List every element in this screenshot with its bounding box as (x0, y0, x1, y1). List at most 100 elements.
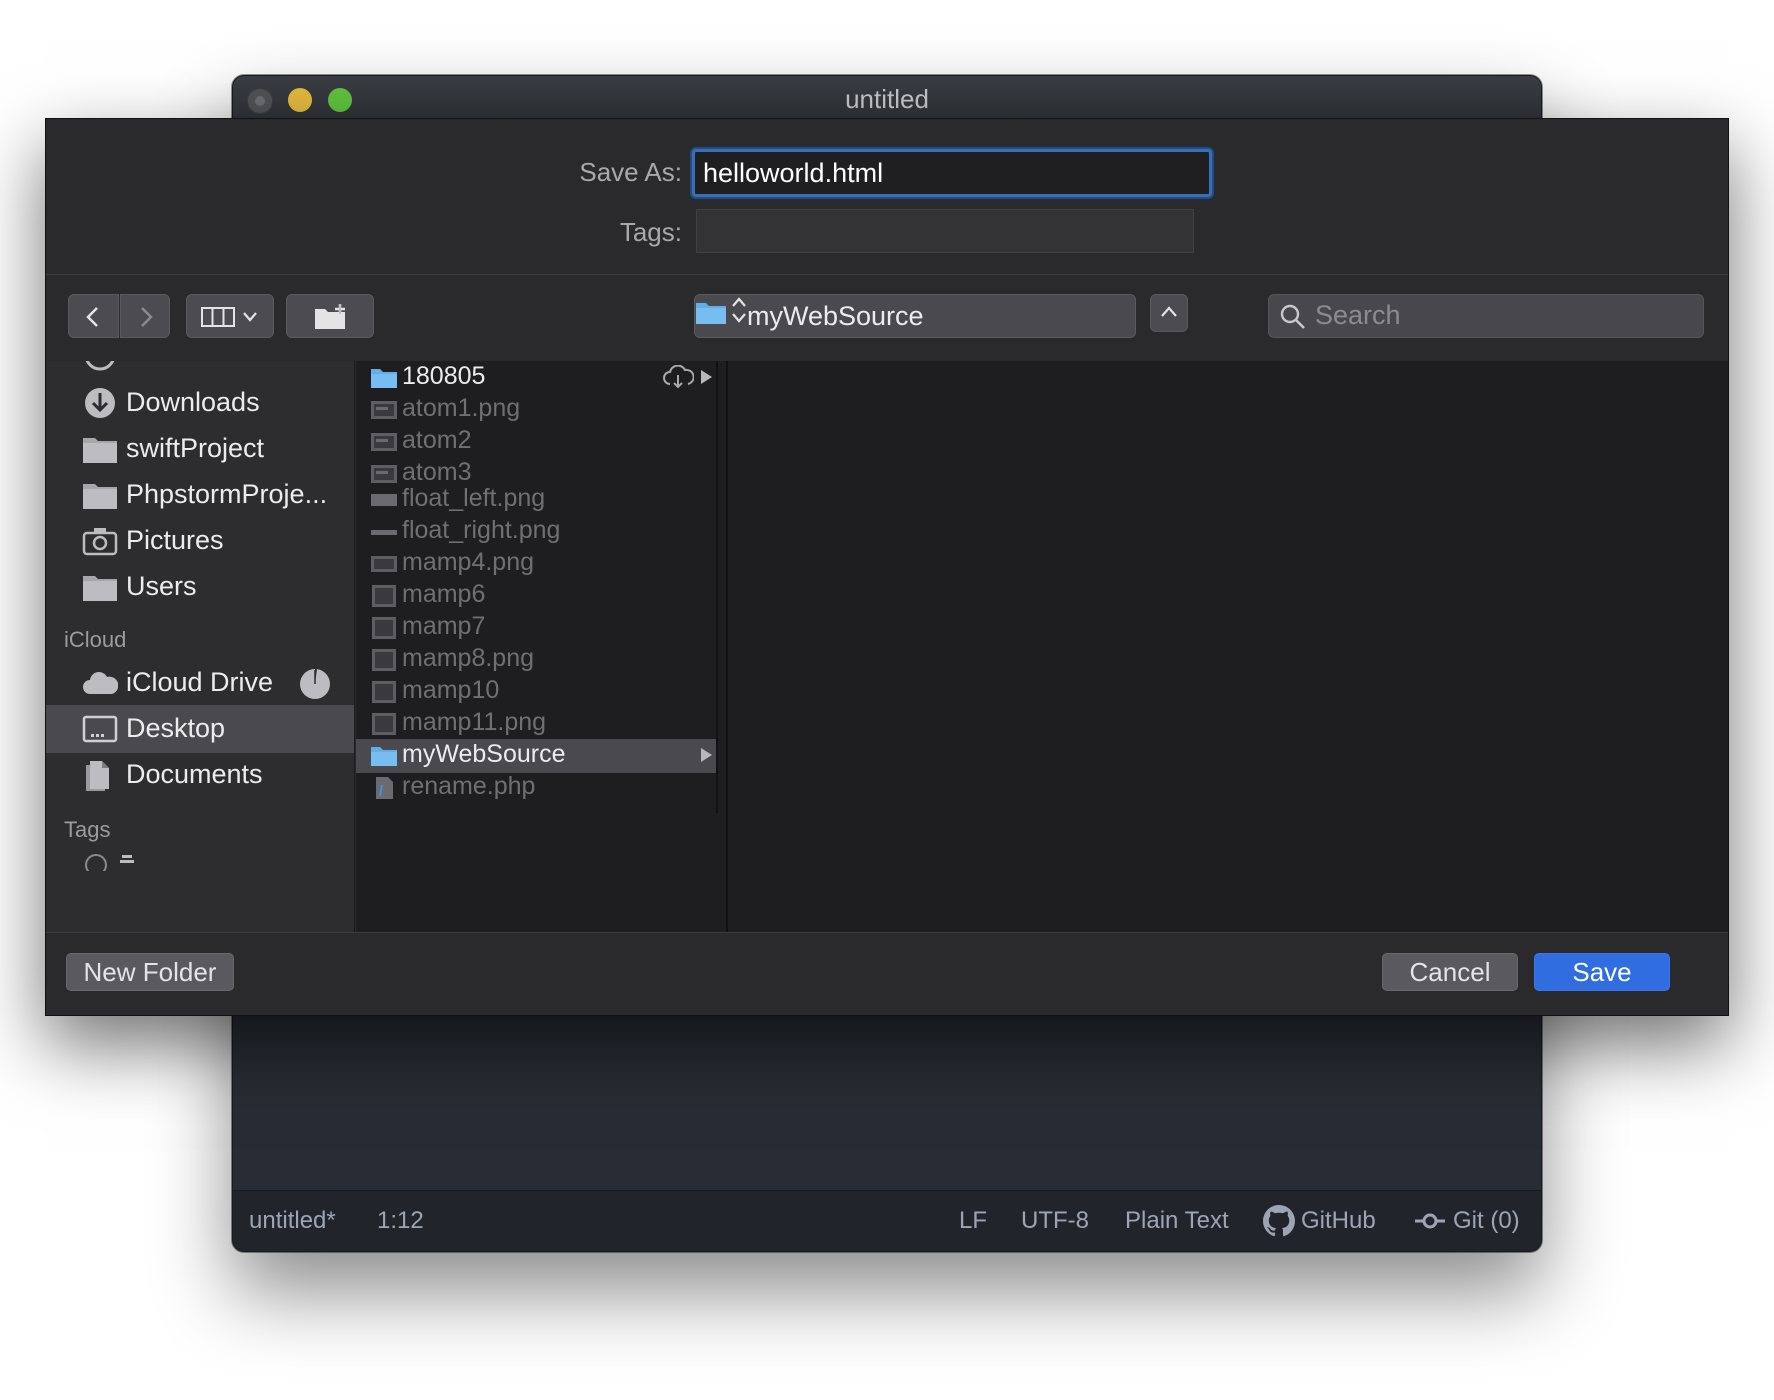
forward-button[interactable] (120, 294, 170, 338)
save-as-field[interactable] (692, 149, 1212, 197)
php-file-icon (376, 777, 393, 799)
file-row: mamp8.png (356, 643, 716, 677)
folder-icon (696, 303, 726, 324)
view-mode-button[interactable] (186, 294, 274, 338)
file-name: 180805 (402, 362, 486, 390)
status-grammar[interactable]: Plain Text (1125, 1207, 1229, 1235)
file-row: mamp6 (356, 579, 716, 613)
file-row: atom1.png (356, 393, 716, 427)
file-name: mamp6 (402, 580, 486, 608)
sidebar-item-label: swiftProject (126, 433, 265, 463)
file-row: mamp10 (356, 675, 716, 709)
search-field[interactable]: Search (1268, 294, 1704, 338)
image-file-icon (371, 465, 397, 483)
browser-column-1: 180805 atom1.png atom2 atom3 float_left.… (356, 361, 726, 932)
applications-icon (85, 361, 115, 371)
file-name: mamp10 (402, 676, 500, 704)
chevron-down-icon (243, 312, 257, 322)
file-name: mamp11.png (402, 708, 547, 736)
sidebar-item-swiftproject[interactable]: swiftProject (46, 425, 354, 473)
preview-column (1100, 361, 1728, 932)
sidebar-section-icloud: iCloud (64, 627, 127, 652)
file-row: mamp11.png (356, 707, 716, 741)
file-name: mamp4.png (402, 548, 535, 576)
file-name: atom1.png (402, 394, 521, 422)
status-github[interactable]: GitHub (1301, 1207, 1376, 1235)
sidebar-item-applications[interactable] (46, 361, 354, 379)
image-file-icon (372, 617, 396, 639)
folder-icon (371, 747, 397, 766)
storage-pie-icon (300, 668, 330, 699)
status-git[interactable]: Git (0) (1453, 1207, 1520, 1235)
file-row-selected[interactable]: myWebSource (356, 739, 716, 773)
back-button[interactable] (68, 294, 119, 338)
toolbar-divider (46, 274, 1728, 275)
folder-icon (371, 369, 397, 388)
sidebar-item-label: Pictures (126, 525, 224, 555)
new-folder-icon (315, 304, 345, 329)
folder-icon (83, 484, 117, 509)
file-name: mamp8.png (402, 644, 535, 672)
github-icon (1263, 1205, 1295, 1237)
location-popup[interactable]: myWebSource (694, 294, 1136, 338)
tags-field[interactable] (696, 209, 1194, 253)
sidebar-item-pictures[interactable]: Pictures (46, 517, 354, 565)
sidebar-item-label: Users (126, 571, 197, 601)
chevron-right-icon (141, 307, 153, 327)
search-placeholder: Search (1315, 300, 1401, 330)
cloud-download-icon (663, 365, 694, 389)
downloads-icon (85, 388, 115, 418)
sidebar-item-label: Documents (126, 759, 263, 789)
sidebar-item-phpstormprojects[interactable]: PhpstormProje... (46, 471, 354, 519)
new-folder-button[interactable]: New Folder (66, 953, 234, 991)
desktop-icon (82, 715, 118, 743)
status-cursor-position[interactable]: 1:12 (377, 1207, 424, 1235)
search-icon (1280, 304, 1305, 329)
status-filename[interactable]: untitled* (249, 1207, 336, 1235)
file-name: float_right.png (402, 516, 561, 544)
cancel-button[interactable]: Cancel (1382, 953, 1518, 991)
sidebar-item-icloud-drive[interactable]: iCloud Drive (46, 659, 354, 707)
file-name: float_left.png (402, 484, 546, 512)
browser-column-2 (726, 361, 1102, 932)
disclosure-arrow-icon (701, 370, 712, 384)
sidebar-item-desktop[interactable]: Desktop (46, 705, 354, 753)
sidebar-item-label: iCloud Drive (126, 667, 274, 697)
sidebar-item-documents[interactable]: Documents (46, 751, 354, 799)
image-file-icon (371, 433, 397, 451)
chevron-left-icon (86, 307, 98, 327)
image-file-icon (371, 494, 397, 506)
status-line-ending[interactable]: LF (959, 1207, 987, 1235)
disclosure-arrow-icon (701, 748, 712, 762)
file-row[interactable]: 180805 (356, 361, 716, 395)
image-file-icon (372, 649, 396, 671)
sidebar-section-tags: Tags (64, 817, 111, 842)
collapse-dialog-button[interactable] (1150, 294, 1188, 332)
new-folder-icon-button[interactable] (286, 294, 374, 338)
image-file-icon (372, 681, 396, 703)
image-file-icon (372, 585, 396, 607)
sidebar-divider (354, 361, 355, 932)
image-file-icon (372, 713, 396, 735)
image-file-icon (371, 556, 397, 572)
status-encoding[interactable]: UTF-8 (1021, 1207, 1089, 1235)
save-button[interactable]: Save (1534, 953, 1670, 991)
updown-arrows-icon (732, 297, 747, 323)
image-file-icon (371, 401, 397, 419)
sidebar-item-label: Desktop (126, 713, 226, 743)
file-name: myWebSource (402, 740, 566, 768)
location-label: myWebSource (747, 301, 924, 331)
file-row: rename.php (356, 771, 716, 805)
save-as-label: Save As: (579, 157, 682, 187)
sidebar-item-downloads[interactable]: Downloads (46, 379, 354, 427)
documents-icon (86, 761, 109, 791)
file-name: atom2 (402, 426, 472, 454)
file-row: float_left.png (356, 483, 716, 517)
file-row: atom2 (356, 425, 716, 459)
git-commit-icon (1415, 1213, 1445, 1229)
file-name: rename.php (402, 772, 536, 800)
sidebar-item-users[interactable]: Users (46, 563, 354, 611)
chevron-up-icon (1161, 306, 1177, 317)
file-row: float_right.png (356, 515, 716, 549)
file-row: mamp7 (356, 611, 716, 645)
